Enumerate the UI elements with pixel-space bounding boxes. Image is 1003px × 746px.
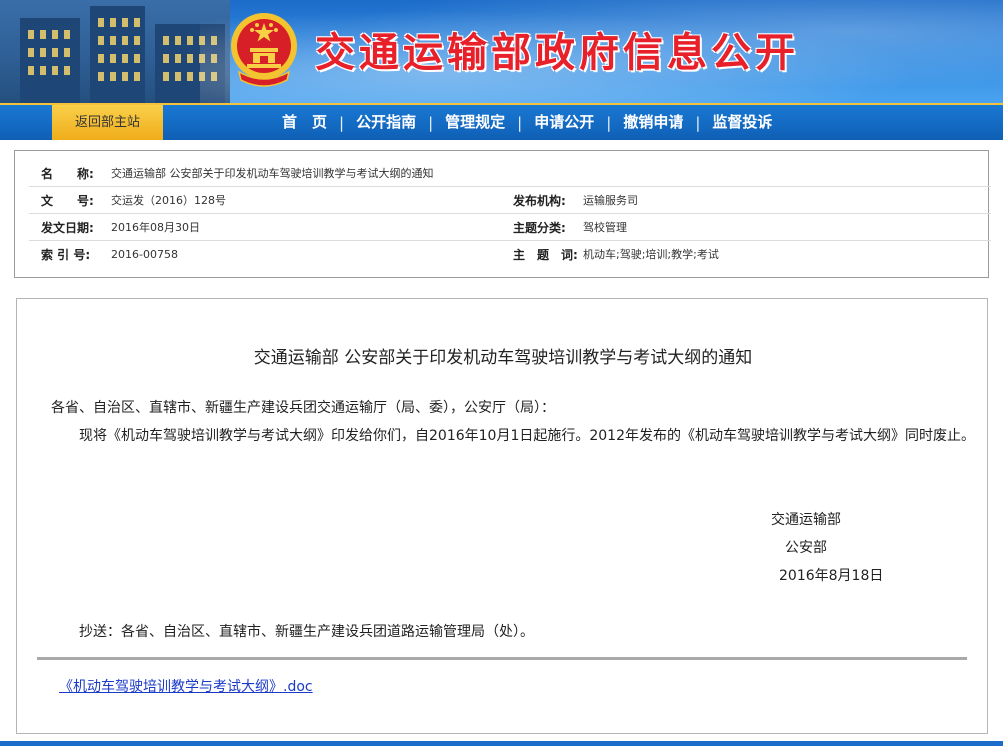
nav-item-complaint[interactable]: 监督投诉	[700, 105, 784, 140]
document-metadata: 名 称: 交通运输部 公安部关于印发机动车驾驶培训教学与考试大纲的通知 文 号:…	[14, 150, 991, 278]
attachment-link[interactable]: 《机动车驾驶培训教学与考试大纲》.doc	[59, 676, 313, 696]
index-value: 2016-00758	[111, 248, 178, 261]
nav-divider: |	[606, 113, 612, 132]
nav-menu: 首 页 | 公开指南 | 管理规定 | 申请公开 | 撤销申请 | 监督投诉	[270, 105, 784, 140]
site-banner: 交通运输部政府信息公开	[0, 0, 1003, 103]
footer-bar	[0, 741, 1003, 746]
doc-number-label: 文 号:	[41, 194, 94, 208]
cc-text: 抄送：各省、自治区、直辖市、新疆生产建设兵团道路运输管理局（处）。	[79, 624, 534, 640]
signer-ministry-transport: 交通运输部	[771, 512, 841, 528]
nav-item-regulations[interactable]: 管理规定	[433, 105, 517, 140]
document-content: 交通运输部 公安部关于印发机动车驾驶培训教学与考试大纲的通知 各省、自治区、直辖…	[16, 298, 988, 734]
nav-divider: |	[695, 113, 701, 132]
meta-row-docno: 文 号: 交运发（2016）128号 发布机构: 运输服务司	[29, 188, 991, 214]
nav-divider: |	[339, 113, 345, 132]
back-to-main-site-button[interactable]: 返回部主站	[52, 105, 163, 140]
main-nav: 返回部主站 首 页 | 公开指南 | 管理规定 | 申请公开 | 撤销申请 | …	[0, 103, 1003, 140]
signer-ministry-security: 公安部	[785, 540, 827, 556]
keywords-label: 主 题 词:	[513, 248, 578, 262]
index-label: 索 引 号:	[41, 248, 91, 262]
name-label: 名 称:	[41, 167, 94, 181]
nav-item-guide[interactable]: 公开指南	[344, 105, 428, 140]
meta-row-date: 发文日期: 2016年08月30日 主题分类: 驾校管理	[29, 215, 991, 241]
body-text: 现将《机动车驾驶培训教学与考试大纲》印发给你们，自2016年10月1日起施行。2…	[79, 428, 975, 444]
nav-item-apply[interactable]: 申请公开	[522, 105, 606, 140]
meta-row-name: 名 称: 交通运输部 公安部关于印发机动车驾驶培训教学与考试大纲的通知	[29, 161, 991, 187]
publisher-value: 运输服务司	[583, 194, 638, 207]
signature-date: 2016年8月18日	[779, 568, 884, 584]
category-label: 主题分类:	[513, 221, 566, 235]
divider	[37, 657, 967, 660]
nav-item-home[interactable]: 首 页	[270, 105, 339, 140]
document-title: 交通运输部 公安部关于印发机动车驾驶培训教学与考试大纲的通知	[253, 348, 753, 368]
publisher-label: 发布机构:	[513, 194, 566, 208]
nav-divider: |	[428, 113, 434, 132]
page-title: 交通运输部政府信息公开	[315, 29, 799, 76]
name-value: 交通运输部 公安部关于印发机动车驾驶培训教学与考试大纲的通知	[111, 167, 434, 180]
nav-divider: |	[517, 113, 523, 132]
building-image	[0, 0, 230, 103]
issue-date-value: 2016年08月30日	[111, 221, 200, 234]
nav-item-revoke[interactable]: 撤销申请	[611, 105, 695, 140]
doc-number-value: 交运发（2016）128号	[111, 194, 226, 207]
issue-date-label: 发文日期:	[41, 221, 94, 235]
meta-row-index: 索 引 号: 2016-00758 主 题 词: 机动车;驾驶;培训;教学;考试	[29, 242, 991, 268]
national-emblem-icon	[231, 13, 297, 87]
keywords-value: 机动车;驾驶;培训;教学;考试	[583, 248, 719, 261]
recipients-text: 各省、自治区、直辖市、新疆生产建设兵团交通运输厅（局、委），公安厅（局）：	[51, 400, 555, 416]
category-value: 驾校管理	[583, 221, 627, 234]
